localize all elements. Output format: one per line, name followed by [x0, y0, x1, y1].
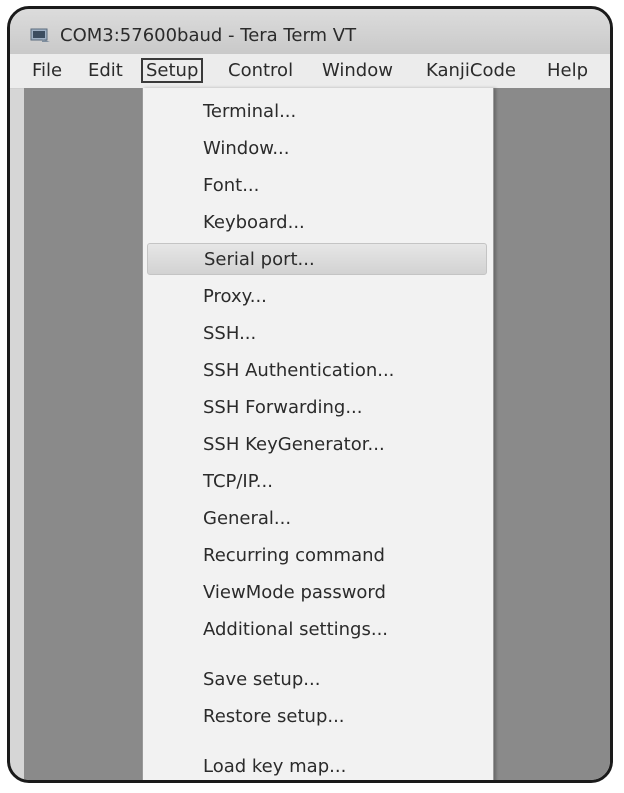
window-title: COM3:57600baud - Tera Term VT: [60, 25, 357, 46]
terminal-app-icon: [30, 27, 52, 43]
menu-window[interactable]: Window: [322, 58, 393, 83]
menu-item-tcpip[interactable]: TCP/IP...: [143, 466, 493, 498]
menu-help[interactable]: Help: [547, 58, 588, 83]
menu-item-window[interactable]: Window...: [143, 133, 493, 165]
menu-kanjicode[interactable]: KanjiCode: [426, 58, 516, 83]
setup-dropdown-menu: Terminal... Window... Font... Keyboard..…: [142, 88, 494, 780]
menu-item-ssh[interactable]: SSH...: [143, 318, 493, 350]
menu-item-restore-setup[interactable]: Restore setup...: [143, 701, 493, 733]
menu-item-general[interactable]: General...: [143, 503, 493, 535]
screenshot-frame: COM3:57600baud - Tera Term VT File Edit …: [7, 6, 613, 783]
menu-item-terminal[interactable]: Terminal...: [143, 96, 493, 128]
menu-item-save-setup[interactable]: Save setup...: [143, 664, 493, 696]
menu-item-keyboard[interactable]: Keyboard...: [143, 207, 493, 239]
menu-item-load-key-map[interactable]: Load key map...: [143, 751, 493, 780]
menu-item-font[interactable]: Font...: [143, 170, 493, 202]
menu-edit[interactable]: Edit: [88, 58, 123, 83]
menu-item-ssh-authentication[interactable]: SSH Authentication...: [143, 355, 493, 387]
menu-file[interactable]: File: [32, 58, 62, 83]
menu-item-viewmode-password[interactable]: ViewMode password: [143, 577, 493, 609]
menu-item-recurring-command[interactable]: Recurring command: [143, 540, 493, 572]
menu-item-ssh-forwarding[interactable]: SSH Forwarding...: [143, 392, 493, 424]
menu-item-ssh-keygenerator[interactable]: SSH KeyGenerator...: [143, 429, 493, 461]
menu-setup[interactable]: Setup: [141, 58, 204, 83]
menu-item-serial-port[interactable]: Serial port...: [147, 243, 487, 275]
menu-control[interactable]: Control: [228, 58, 293, 83]
menu-item-proxy[interactable]: Proxy...: [143, 281, 493, 313]
menu-bar: File Edit Setup Control Window KanjiCode…: [10, 54, 610, 89]
window-titlebar: COM3:57600baud - Tera Term VT: [10, 9, 610, 54]
menu-item-additional-settings[interactable]: Additional settings...: [143, 614, 493, 646]
